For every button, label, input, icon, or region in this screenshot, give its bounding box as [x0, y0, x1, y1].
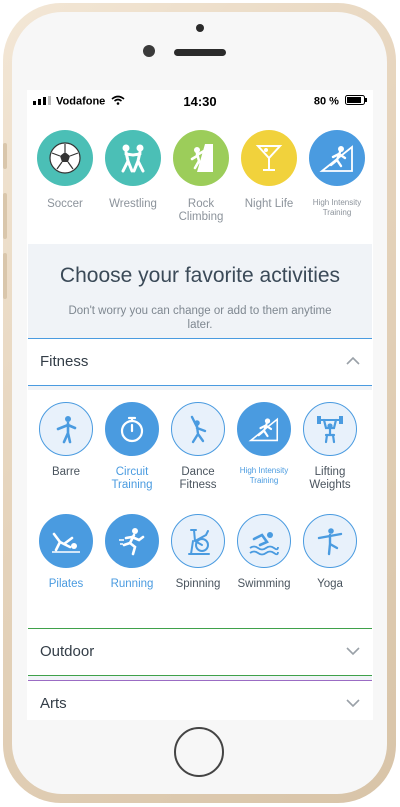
spinning-bike-icon — [171, 514, 225, 568]
activity-high-intensity-training[interactable]: High Intensity Training — [231, 402, 297, 486]
hiit-icon — [309, 130, 365, 186]
volume-up-button — [3, 193, 7, 239]
section-title: Fitness — [40, 353, 89, 370]
activity-label: Wrestling — [109, 198, 157, 210]
activity-label: Running — [110, 578, 154, 590]
activity-barre[interactable]: Barre — [33, 402, 99, 479]
activity-rock-climbing[interactable]: Rock Climbing — [168, 130, 234, 224]
activity-label: Night Life — [244, 198, 294, 210]
activity-label: Spinning — [175, 578, 221, 590]
activity-swimming[interactable]: Swimming — [231, 514, 297, 591]
section-outdoor-header[interactable]: Outdoor — [28, 628, 372, 676]
section-title: Outdoor — [40, 643, 95, 660]
activity-chooser: Soccer Wrestling Rock Climbing Night Lif… — [28, 116, 372, 720]
activity-label: Swimming — [237, 578, 291, 590]
mute-switch — [3, 143, 7, 169]
activity-label: Yoga — [317, 578, 343, 590]
status-bar: Vodafone 14:30 80 % — [27, 90, 373, 114]
activity-night-life[interactable]: Night Life — [236, 130, 302, 211]
activity-yoga[interactable]: Yoga — [297, 514, 363, 591]
soccer-ball-icon — [37, 130, 93, 186]
page-title: Choose your favorite activities — [59, 264, 341, 287]
activity-running[interactable]: Running — [99, 514, 165, 591]
front-camera — [143, 45, 155, 57]
activity-pilates[interactable]: Pilates — [33, 514, 99, 591]
activity-dance-fitness[interactable]: Dance Fitness — [165, 402, 231, 492]
activity-label: Rock Climbing — [178, 198, 224, 223]
activity-label: Dance Fitness — [179, 466, 217, 491]
battery-icon — [345, 95, 367, 108]
activity-high-intensity-training[interactable]: High Intensity Training — [304, 130, 370, 218]
battery-percent: 80 % — [313, 95, 339, 108]
yoga-icon — [303, 514, 357, 568]
battery-status: 80 % — [314, 95, 367, 108]
app-screen: Vodafone 14:30 80 % Soccer Wrestling Roc… — [27, 90, 373, 720]
activity-label: High Intensity Training — [312, 198, 362, 217]
running-icon — [105, 514, 159, 568]
dance-icon — [171, 402, 225, 456]
swimming-icon — [237, 514, 291, 568]
activity-lifting-weights[interactable]: Lifting Weights — [297, 402, 363, 492]
fitness-activity-grid: Barre Circuit Training Dance Fitness Hig… — [28, 390, 372, 628]
activity-label: High Intensity Training — [239, 466, 289, 485]
activity-soccer[interactable]: Soccer — [32, 130, 98, 211]
pilates-icon — [39, 514, 93, 568]
barre-icon — [39, 402, 93, 456]
cocktail-icon — [241, 130, 297, 186]
hiit-icon — [237, 402, 291, 456]
chevron-down-icon — [346, 699, 360, 708]
section-arts-header[interactable]: Arts — [28, 680, 372, 720]
earpiece-speaker — [174, 49, 226, 56]
section-fitness-header[interactable]: Fitness — [28, 338, 372, 386]
chevron-up-icon — [346, 356, 360, 365]
activity-label: Lifting Weights — [309, 466, 351, 491]
wrestling-icon — [105, 130, 161, 186]
rock-climbing-icon — [173, 130, 229, 186]
proximity-sensor — [196, 24, 204, 32]
volume-down-button — [3, 253, 7, 299]
stopwatch-icon — [105, 402, 159, 456]
activity-label: Barre — [51, 466, 81, 478]
weightlifting-icon — [303, 402, 357, 456]
page-subtitle: Don't worry you can change or add to the… — [68, 305, 332, 331]
chevron-down-icon — [346, 647, 360, 656]
activity-wrestling[interactable]: Wrestling — [100, 130, 166, 211]
selected-activities-row: Soccer Wrestling Rock Climbing Night Lif… — [28, 116, 372, 244]
activity-circuit-training[interactable]: Circuit Training — [99, 402, 165, 492]
activity-label: Pilates — [48, 578, 84, 590]
activity-label: Circuit Training — [111, 466, 153, 491]
section-title: Arts — [40, 695, 67, 712]
activity-spinning[interactable]: Spinning — [165, 514, 231, 591]
home-button[interactable] — [174, 727, 224, 777]
activity-label: Soccer — [47, 198, 83, 210]
